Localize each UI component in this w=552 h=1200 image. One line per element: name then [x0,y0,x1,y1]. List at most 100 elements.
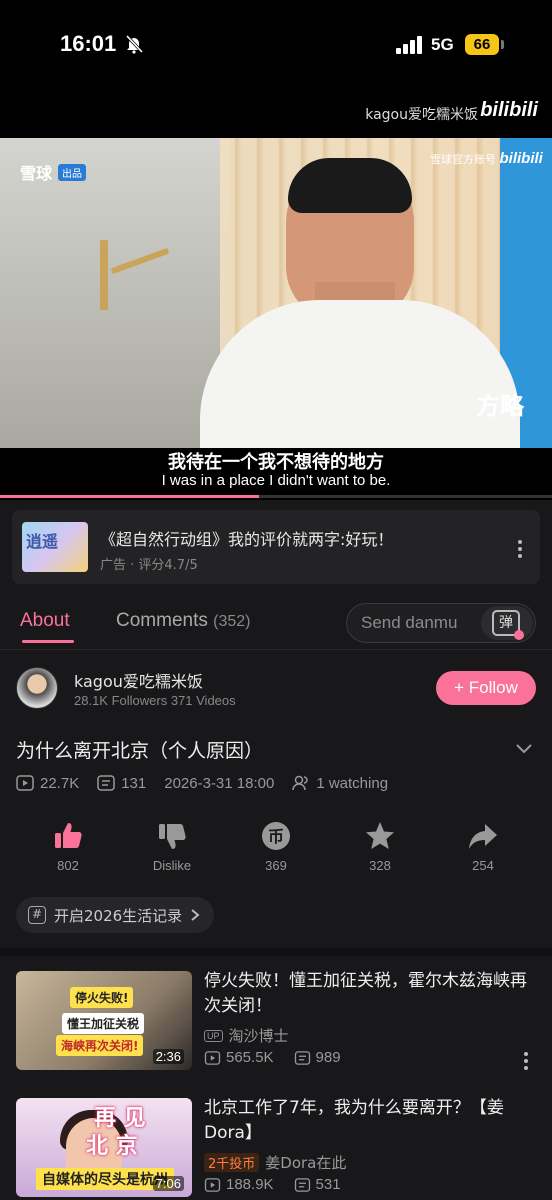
recommendation-thumbnail[interactable]: 再 见 北 京 自媒体的尽头是杭州 7:06 [16,1098,192,1197]
favorite-button[interactable]: 328 [340,820,420,873]
tab-active-indicator [22,640,74,643]
recommendation-author[interactable]: 2千投币 姜Dora在此 [204,1152,346,1173]
channel-logo-brand: bilibili [499,150,543,167]
status-bar: 16:01 5G 66 [0,0,552,96]
network-type: 5G [431,35,454,54]
uploader-stats: 28.1K Followers 371 Videos [74,693,236,708]
section-divider [0,948,552,956]
author-name: 姜Dora在此 [265,1154,347,1172]
share-count: 254 [472,858,494,873]
thumb-tag: 海峡再次关闭! [56,1035,144,1056]
speaker-shirt [200,300,520,470]
channel-logo: 雪球官方账号 bilibili [430,150,543,167]
coin-button[interactable]: 币 369 [236,820,316,873]
chevron-down-icon[interactable] [514,740,534,756]
avatar[interactable] [16,667,58,709]
recommendation-item[interactable]: 再 见 北 京 自媒体的尽头是杭州 7:06 北京工作了7年，我为什么要离开？【… [16,1098,536,1198]
recommendation-author[interactable]: UP 淘沙博士 [204,1025,289,1046]
video-progress-bar[interactable] [0,495,552,498]
signal-icon [396,36,422,54]
topic-chip[interactable]: # 开启2026生活记录 [16,897,215,933]
like-button[interactable]: 802 [28,820,108,873]
danmaku-count-icon [97,775,115,791]
tab-comments-count: (352) [213,613,251,630]
status-time: 16:01 [60,31,117,56]
thumb-heading: 北 京 [86,1134,138,1159]
share-button[interactable]: 254 [443,820,523,873]
recommendation-stats: 188.9K 531 [204,1176,341,1193]
tab-about[interactable]: About [20,610,70,632]
play-count-icon [204,1050,221,1065]
coin-glyph: 币 [268,827,284,846]
ad-meta: 广告 · 评分4.7/5 [100,558,198,573]
coin-count: 369 [265,858,287,873]
producer-logo-tag: 出品 [58,163,87,181]
video-title: 为什么离开北京（个人原因） [16,740,264,762]
danmaku-count: 531 [315,1176,341,1193]
topic-label: 开启2026生活记录 [54,906,183,925]
tab-comments-label: Comments [116,610,208,631]
danmaku-count: 989 [315,1049,341,1066]
danmu-placeholder: Send danmu [361,613,458,632]
up-badge: UP [204,1029,223,1042]
dislike-label: Dislike [152,858,192,873]
view-count: 565.5K [226,1049,274,1066]
coin-icon: 币 [262,822,290,850]
producer-logo: 雪球 出品 [20,160,87,184]
favorite-count: 328 [369,858,391,873]
producer-logo-text: 雪球 [20,164,53,183]
share-icon [469,824,497,849]
danmaku-count-icon [294,1177,310,1192]
thumb-tag: 懂王加征关税 [62,1013,145,1034]
uploader-name[interactable]: kagou爱吃糯米饭 [74,668,203,692]
play-count-icon [16,775,34,791]
danmaku-count-icon [294,1050,310,1065]
publish-date: 2026-3-31 18:00 [164,774,275,792]
tab-comments[interactable]: Comments (352) [116,610,251,632]
detail-tabs: About Comments (352) Send danmu 弹 [0,596,552,650]
more-vertical-icon[interactable] [520,1051,532,1071]
subtitle-chinese: 我待在一个我不想待的地方 [168,452,384,473]
more-vertical-icon[interactable] [512,538,528,560]
recommendation-title[interactable]: 北京工作了7年，我为什么要离开？【姜Dora】 [204,1096,534,1146]
recommendation-stats: 565.5K 989 [204,1049,341,1066]
dislike-button[interactable]: Dislike [132,820,212,873]
bell-slash-icon [125,34,144,54]
subtitle-english: I was in a place I didn't want to be. [161,472,391,489]
ad-thumbnail-text: 逍遥 [26,532,59,551]
follow-button[interactable]: + Follow [436,671,536,705]
recommendation-title[interactable]: 停火失败！懂王加征关税，霍尔木兹海峡再次关闭！ [204,969,534,1019]
ad-banner[interactable]: 逍遥 《超自然行动组》我的评价就两字:好玩！ 广告 · 评分4.7/5 [12,510,540,584]
watermark-username: kagou爱吃糯米饭 [365,107,478,123]
watching-icon [292,775,309,791]
danmu-toggle-button[interactable]: 弹 [481,606,533,640]
battery-tip [501,40,504,49]
corner-mark: 方略 [476,392,524,420]
danmaku-count: 131 [121,774,147,792]
danmu-tv-icon: 弹 [492,610,524,640]
watermark-logo: bilibili [480,99,538,121]
video-progress-fill [0,495,260,498]
view-count: 188.9K [226,1176,274,1193]
thumb-tag: 停火失败! [70,987,134,1008]
scene-lamp [100,240,108,310]
battery-indicator: 66 [465,34,499,55]
like-count: 802 [57,858,79,873]
play-count-icon [204,1177,221,1192]
like-icon [55,823,82,848]
recommendation-thumbnail[interactable]: 停火失败! 懂王加征关税 海峡再次关闭! 2:36 [16,971,192,1070]
author-name: 淘沙博士 [228,1027,289,1045]
dislike-icon [159,824,186,849]
coin-badge: 2千投币 [204,1153,260,1172]
speaker-hair [288,158,412,213]
video-duration: 2:36 [152,1049,184,1064]
chevron-right-icon [191,909,200,921]
recommendation-item[interactable]: 停火失败! 懂王加征关税 海峡再次关闭! 2:36 停火失败！懂王加征关税，霍尔… [16,971,536,1071]
watching-count: 1 watching [316,774,389,792]
channel-logo-label: 雪球官方账号 [430,153,496,166]
danmu-input[interactable]: Send danmu 弹 [346,603,536,643]
hashtag-icon: # [28,906,46,924]
video-stats: 22.7K 131 2026-3-31 18:00 1 watching [16,772,388,794]
favorite-icon [366,822,394,849]
ad-title: 《超自然行动组》我的评价就两字:好玩！ [100,530,394,549]
